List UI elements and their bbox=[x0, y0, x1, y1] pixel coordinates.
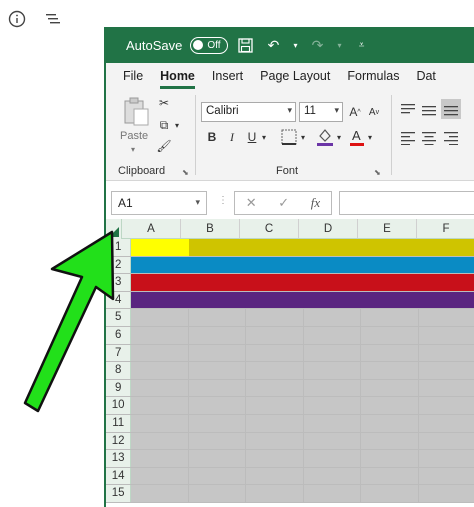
page: AutoSave Off ↶ ▾ ↷ ▾ ⩡ File Home Insert … bbox=[0, 0, 474, 507]
annotation-arrow-icon bbox=[23, 230, 115, 413]
